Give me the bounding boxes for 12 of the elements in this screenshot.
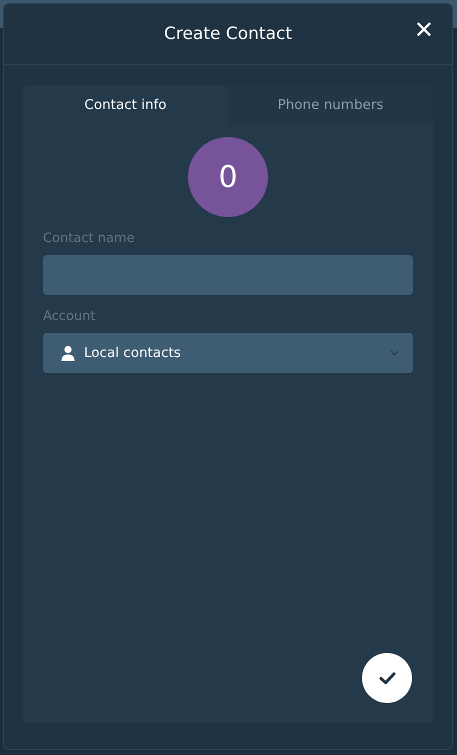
field-label: Account [43, 309, 96, 324]
confirm-button[interactable] [362, 653, 412, 703]
account-dropdown[interactable]: Local contacts [43, 333, 413, 373]
close-button[interactable]: ✕ [414, 18, 434, 42]
input-field[interactable] [43, 255, 413, 295]
dialog-title: Create Contact [164, 24, 292, 44]
person-icon [60, 345, 76, 361]
avatar: 0 [188, 137, 268, 217]
checkmark-icon [378, 672, 396, 684]
tab[interactable]: Contact info [23, 85, 228, 125]
field-label: Contact name [43, 231, 136, 246]
chevron-icon [390, 350, 399, 356]
